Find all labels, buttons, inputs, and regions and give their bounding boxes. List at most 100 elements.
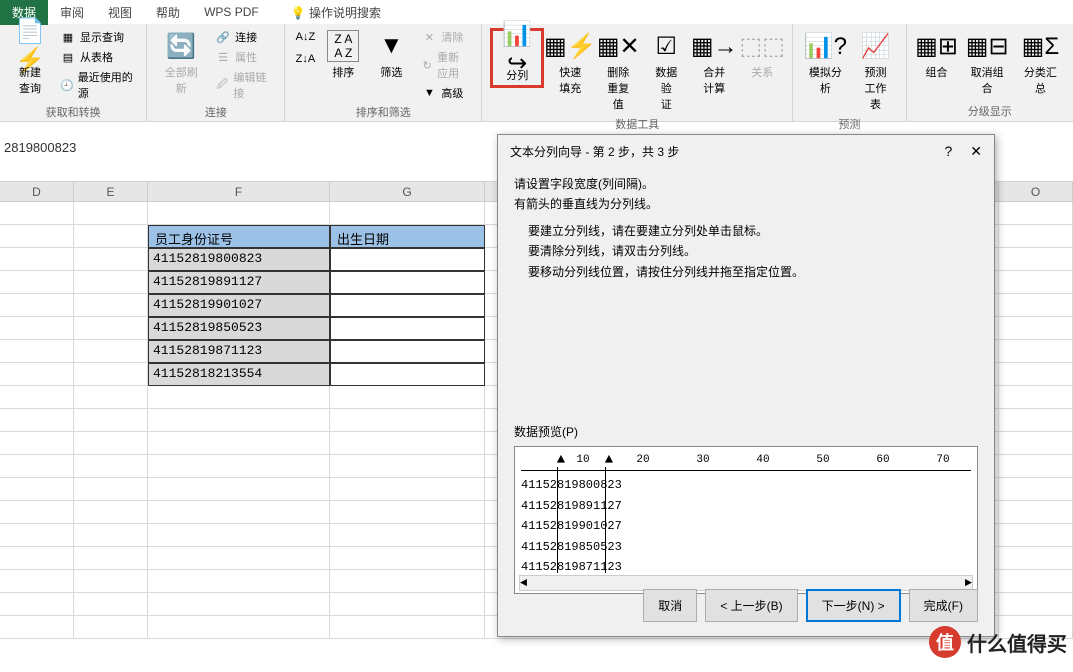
cell[interactable]	[330, 524, 485, 547]
cell[interactable]	[0, 317, 74, 340]
cell[interactable]	[999, 478, 1073, 501]
data-cell[interactable]: 41152819850523	[148, 317, 330, 340]
cell[interactable]	[148, 501, 330, 524]
cell[interactable]	[74, 363, 148, 386]
data-cell[interactable]	[330, 317, 485, 340]
new-query-button[interactable]: 📄⚡新建 查询	[8, 28, 52, 98]
finish-button[interactable]: 完成(F)	[909, 589, 978, 622]
break-line[interactable]	[557, 467, 558, 573]
cell[interactable]	[148, 409, 330, 432]
col-header-D[interactable]: D	[0, 182, 74, 201]
cell[interactable]	[330, 432, 485, 455]
cell[interactable]	[999, 455, 1073, 478]
col-header-G[interactable]: G	[330, 182, 485, 201]
cell[interactable]	[999, 570, 1073, 593]
cell[interactable]	[0, 386, 74, 409]
cell[interactable]	[148, 547, 330, 570]
cell[interactable]	[148, 616, 330, 639]
cell[interactable]	[0, 455, 74, 478]
cell[interactable]	[0, 248, 74, 271]
header-cell[interactable]: 员工身份证号	[148, 225, 330, 248]
break-arrow-icon[interactable]: ▲	[557, 449, 565, 473]
data-cell[interactable]	[330, 248, 485, 271]
cell[interactable]	[74, 294, 148, 317]
sort-za-button[interactable]: Z↓A	[293, 50, 317, 68]
cell[interactable]	[74, 409, 148, 432]
cell[interactable]	[148, 593, 330, 616]
remove-duplicates-button[interactable]: ▦✕删除 重复值	[596, 28, 640, 114]
cell[interactable]	[999, 386, 1073, 409]
cell[interactable]	[0, 202, 74, 225]
recent-sources-button[interactable]: 🕘最近使用的源	[56, 68, 138, 102]
cell[interactable]	[74, 455, 148, 478]
cell[interactable]	[148, 478, 330, 501]
cell[interactable]	[0, 593, 74, 616]
text-to-columns-button[interactable]: 📊↪分列	[495, 31, 539, 85]
cell[interactable]	[74, 248, 148, 271]
refresh-all-button[interactable]: 🔄全部刷新	[155, 28, 207, 98]
data-validation-button[interactable]: ☑数据验 证	[644, 28, 688, 114]
data-cell[interactable]: 41152819800823	[148, 248, 330, 271]
col-header-E[interactable]: E	[74, 182, 148, 201]
cell[interactable]	[74, 271, 148, 294]
col-header-O[interactable]: O	[999, 182, 1073, 201]
show-queries-button[interactable]: ▦显示查询	[56, 28, 138, 46]
cell[interactable]	[330, 501, 485, 524]
cell[interactable]	[330, 593, 485, 616]
reapply-button[interactable]: ↻重新应用	[417, 48, 473, 82]
cell[interactable]	[999, 225, 1073, 248]
cell[interactable]	[74, 547, 148, 570]
advanced-filter-button[interactable]: ▼高级	[417, 84, 473, 102]
cell[interactable]	[999, 363, 1073, 386]
data-cell[interactable]	[330, 294, 485, 317]
cell[interactable]	[330, 547, 485, 570]
cell[interactable]	[0, 478, 74, 501]
cell[interactable]	[0, 409, 74, 432]
cell[interactable]	[74, 616, 148, 639]
sort-az-button[interactable]: A↓Z	[293, 28, 317, 46]
cell[interactable]	[330, 409, 485, 432]
tab-view[interactable]: 视图	[96, 0, 144, 25]
cell[interactable]	[999, 202, 1073, 225]
scroll-left-icon[interactable]: ◄	[520, 573, 527, 593]
cell[interactable]	[0, 524, 74, 547]
cell[interactable]	[74, 524, 148, 547]
cell[interactable]	[0, 271, 74, 294]
cell[interactable]	[148, 455, 330, 478]
cell[interactable]	[330, 570, 485, 593]
cell[interactable]	[0, 340, 74, 363]
cell[interactable]	[999, 271, 1073, 294]
edit-links-button[interactable]: 🖉编辑链接	[211, 68, 276, 102]
cell[interactable]	[0, 225, 74, 248]
cell[interactable]	[148, 570, 330, 593]
cell[interactable]	[999, 340, 1073, 363]
clear-filter-button[interactable]: ✕清除	[417, 28, 473, 46]
cell[interactable]	[74, 225, 148, 248]
cell[interactable]	[0, 616, 74, 639]
cell[interactable]	[74, 593, 148, 616]
data-cell[interactable]: 41152818213554	[148, 363, 330, 386]
break-arrow-icon[interactable]: ▲	[605, 449, 613, 473]
dialog-titlebar[interactable]: 文本分列向导 - 第 2 步，共 3 步 ? ✕	[498, 135, 994, 168]
cell[interactable]	[330, 478, 485, 501]
col-header-F[interactable]: F	[148, 182, 330, 201]
back-button[interactable]: < 上一步(B)	[705, 589, 797, 622]
tab-help[interactable]: 帮助	[144, 0, 192, 25]
cell[interactable]	[148, 524, 330, 547]
cell[interactable]	[0, 363, 74, 386]
cell[interactable]	[74, 478, 148, 501]
cell[interactable]	[74, 386, 148, 409]
data-cell[interactable]	[330, 363, 485, 386]
cell[interactable]	[999, 524, 1073, 547]
break-line[interactable]	[605, 467, 606, 573]
cell[interactable]	[74, 340, 148, 363]
cell[interactable]	[999, 432, 1073, 455]
cell[interactable]	[0, 547, 74, 570]
close-icon[interactable]: ✕	[970, 143, 982, 160]
tab-search[interactable]: 💡 操作说明搜索	[279, 0, 393, 25]
relationships-button[interactable]: ⬚⬚关系	[740, 28, 784, 82]
properties-button[interactable]: ☰属性	[211, 48, 276, 66]
cell[interactable]	[999, 317, 1073, 340]
cell[interactable]	[148, 386, 330, 409]
from-table-button[interactable]: ▤从表格	[56, 48, 138, 66]
